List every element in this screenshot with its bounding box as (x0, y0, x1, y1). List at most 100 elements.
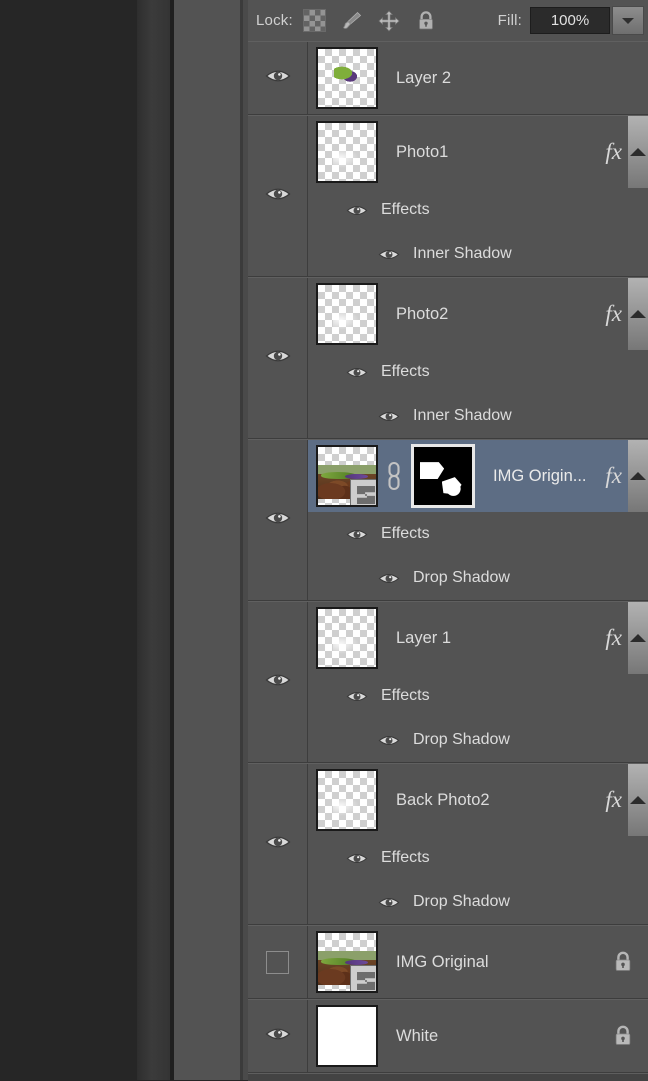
effects-visibility-toggle[interactable] (346, 365, 368, 380)
layer-expand-toggle[interactable] (628, 764, 648, 836)
layer-row-body: White (308, 1000, 648, 1072)
effect-visibility-toggle[interactable] (378, 733, 400, 748)
layer-row[interactable]: Back Photo2 fx Effects Drop Shadow (248, 763, 648, 925)
effects-visibility-toggle[interactable] (346, 527, 368, 542)
thumbnail-content (333, 798, 359, 817)
layer-thumbnail[interactable] (316, 121, 378, 183)
fill-value: 100% (550, 12, 590, 29)
layer-row[interactable]: IMG Origin... fx Effects Drop Shadow (248, 439, 648, 601)
eye-icon (264, 671, 291, 694)
triangle-up-icon (630, 634, 646, 642)
layer-expand-toggle[interactable] (628, 440, 648, 512)
layer-name: Photo1 (396, 142, 449, 161)
layer-thumbnail[interactable] (316, 445, 378, 507)
layer-effects-fx-icon[interactable]: fx (605, 139, 622, 165)
effect-label: Inner Shadow (413, 245, 512, 262)
fill-label: Fill: (497, 12, 522, 29)
layer-expand-toggle[interactable] (628, 602, 648, 674)
panel-dock-gutter (137, 0, 170, 1080)
layer-row-body: Photo2 fx Effects Inner Shadow (308, 278, 648, 438)
layer-thumbnail[interactable] (316, 607, 378, 669)
layer-main-line: Layer 1 fx (308, 602, 648, 674)
layer-name: Layer 1 (396, 628, 452, 647)
photoshop-layers-panel-screen: Lock: Fill: 100% Layer 2 Photo1 fx Effec… (0, 0, 648, 1081)
eye-icon (264, 347, 291, 370)
effect-visibility-toggle[interactable] (378, 895, 400, 910)
layer-effect-row[interactable]: Drop Shadow (308, 556, 648, 600)
layer-list: Layer 2 Photo1 fx Effects Inner Shadow P… (248, 41, 648, 1073)
layer-row[interactable]: IMG Original (248, 925, 648, 999)
layer-row[interactable]: Photo2 fx Effects Inner Shadow (248, 277, 648, 439)
layer-effects-fx-icon[interactable]: fx (605, 625, 622, 651)
effects-group-label: Effects (381, 525, 430, 542)
layer-main-line: IMG Origin... fx (308, 440, 648, 512)
layer-thumbnail[interactable] (316, 769, 378, 831)
layer-effects-fx-icon[interactable]: fx (605, 787, 622, 813)
eye-icon (264, 1025, 291, 1048)
lock-position-icon[interactable] (378, 9, 400, 32)
layer-mask-thumbnail[interactable] (411, 444, 475, 508)
thumbnail-accent (344, 959, 368, 965)
lock-all-icon[interactable] (415, 10, 437, 32)
fill-dropdown-button[interactable] (612, 6, 644, 35)
layer-main-line: Back Photo2 fx (308, 764, 648, 836)
layer-thumbnail[interactable] (316, 1005, 378, 1067)
layer-effects-group-row[interactable]: Effects (308, 350, 648, 394)
layer-visibility-toggle[interactable] (248, 926, 308, 998)
layer-thumbnail[interactable] (316, 47, 378, 109)
layer-effects-group-row[interactable]: Effects (308, 836, 648, 880)
effects-group-label: Effects (381, 849, 430, 866)
lock-image-pixels-icon[interactable] (341, 10, 363, 32)
layer-row-body: Back Photo2 fx Effects Drop Shadow (308, 764, 648, 924)
layers-options-bar: Lock: Fill: 100% (248, 0, 648, 41)
effects-visibility-toggle[interactable] (346, 851, 368, 866)
layer-effect-row[interactable]: Inner Shadow (308, 232, 648, 276)
layer-effect-row[interactable]: Drop Shadow (308, 880, 648, 924)
fill-input[interactable]: 100% (530, 7, 610, 34)
layer-row[interactable]: Layer 2 (248, 41, 648, 115)
fill-control-group: Fill: 100% (498, 0, 644, 41)
layer-expand-toggle[interactable] (628, 116, 648, 188)
layer-thumbnail[interactable] (316, 931, 378, 993)
layer-effects-fx-icon[interactable]: fx (605, 463, 622, 489)
layer-effects-fx-icon[interactable]: fx (605, 301, 622, 327)
layer-visibility-toggle[interactable] (248, 1000, 308, 1072)
eye-icon (264, 185, 291, 208)
layer-visibility-toggle[interactable] (248, 278, 308, 438)
effects-visibility-toggle[interactable] (346, 203, 368, 218)
smart-object-badge-icon (350, 479, 376, 505)
effects-visibility-toggle[interactable] (346, 689, 368, 704)
effect-visibility-toggle[interactable] (378, 247, 400, 262)
layer-effect-row[interactable]: Inner Shadow (308, 394, 648, 438)
effect-visibility-toggle[interactable] (378, 571, 400, 586)
layer-visibility-toggle[interactable] (248, 42, 308, 114)
layer-effects-group-row[interactable]: Effects (308, 512, 648, 556)
layer-row[interactable]: Layer 1 fx Effects Drop Shadow (248, 601, 648, 763)
layer-effects-group-row[interactable]: Effects (308, 188, 648, 232)
layer-row-body: IMG Original (308, 926, 648, 998)
layer-effects-group-row[interactable]: Effects (308, 674, 648, 718)
layer-visibility-toggle[interactable] (248, 764, 308, 924)
eye-icon (264, 67, 291, 90)
layer-visibility-toggle[interactable] (248, 116, 308, 276)
layer-thumbnail[interactable] (316, 283, 378, 345)
effect-visibility-toggle[interactable] (378, 409, 400, 424)
thumbnail-content (334, 64, 360, 84)
layer-expand-toggle[interactable] (628, 278, 648, 350)
eye-icon (264, 833, 291, 856)
layer-main-line: Photo1 fx (308, 116, 648, 188)
effects-group-label: Effects (381, 363, 430, 380)
layer-locked-icon (612, 950, 634, 974)
layer-row[interactable]: Photo1 fx Effects Inner Shadow (248, 115, 648, 277)
layer-name: Layer 2 (396, 68, 452, 87)
layer-main-line: White (308, 1000, 648, 1072)
layer-main-line: Layer 2 (308, 42, 648, 114)
layer-visibility-toggle[interactable] (248, 440, 308, 600)
eye-off-icon (266, 950, 289, 974)
layer-effect-row[interactable]: Drop Shadow (308, 718, 648, 762)
triangle-up-icon (630, 148, 646, 156)
lock-transparent-pixels-icon[interactable] (302, 9, 326, 32)
layer-mask-link-icon[interactable] (383, 461, 405, 491)
layer-row[interactable]: White (248, 999, 648, 1073)
layer-visibility-toggle[interactable] (248, 602, 308, 762)
